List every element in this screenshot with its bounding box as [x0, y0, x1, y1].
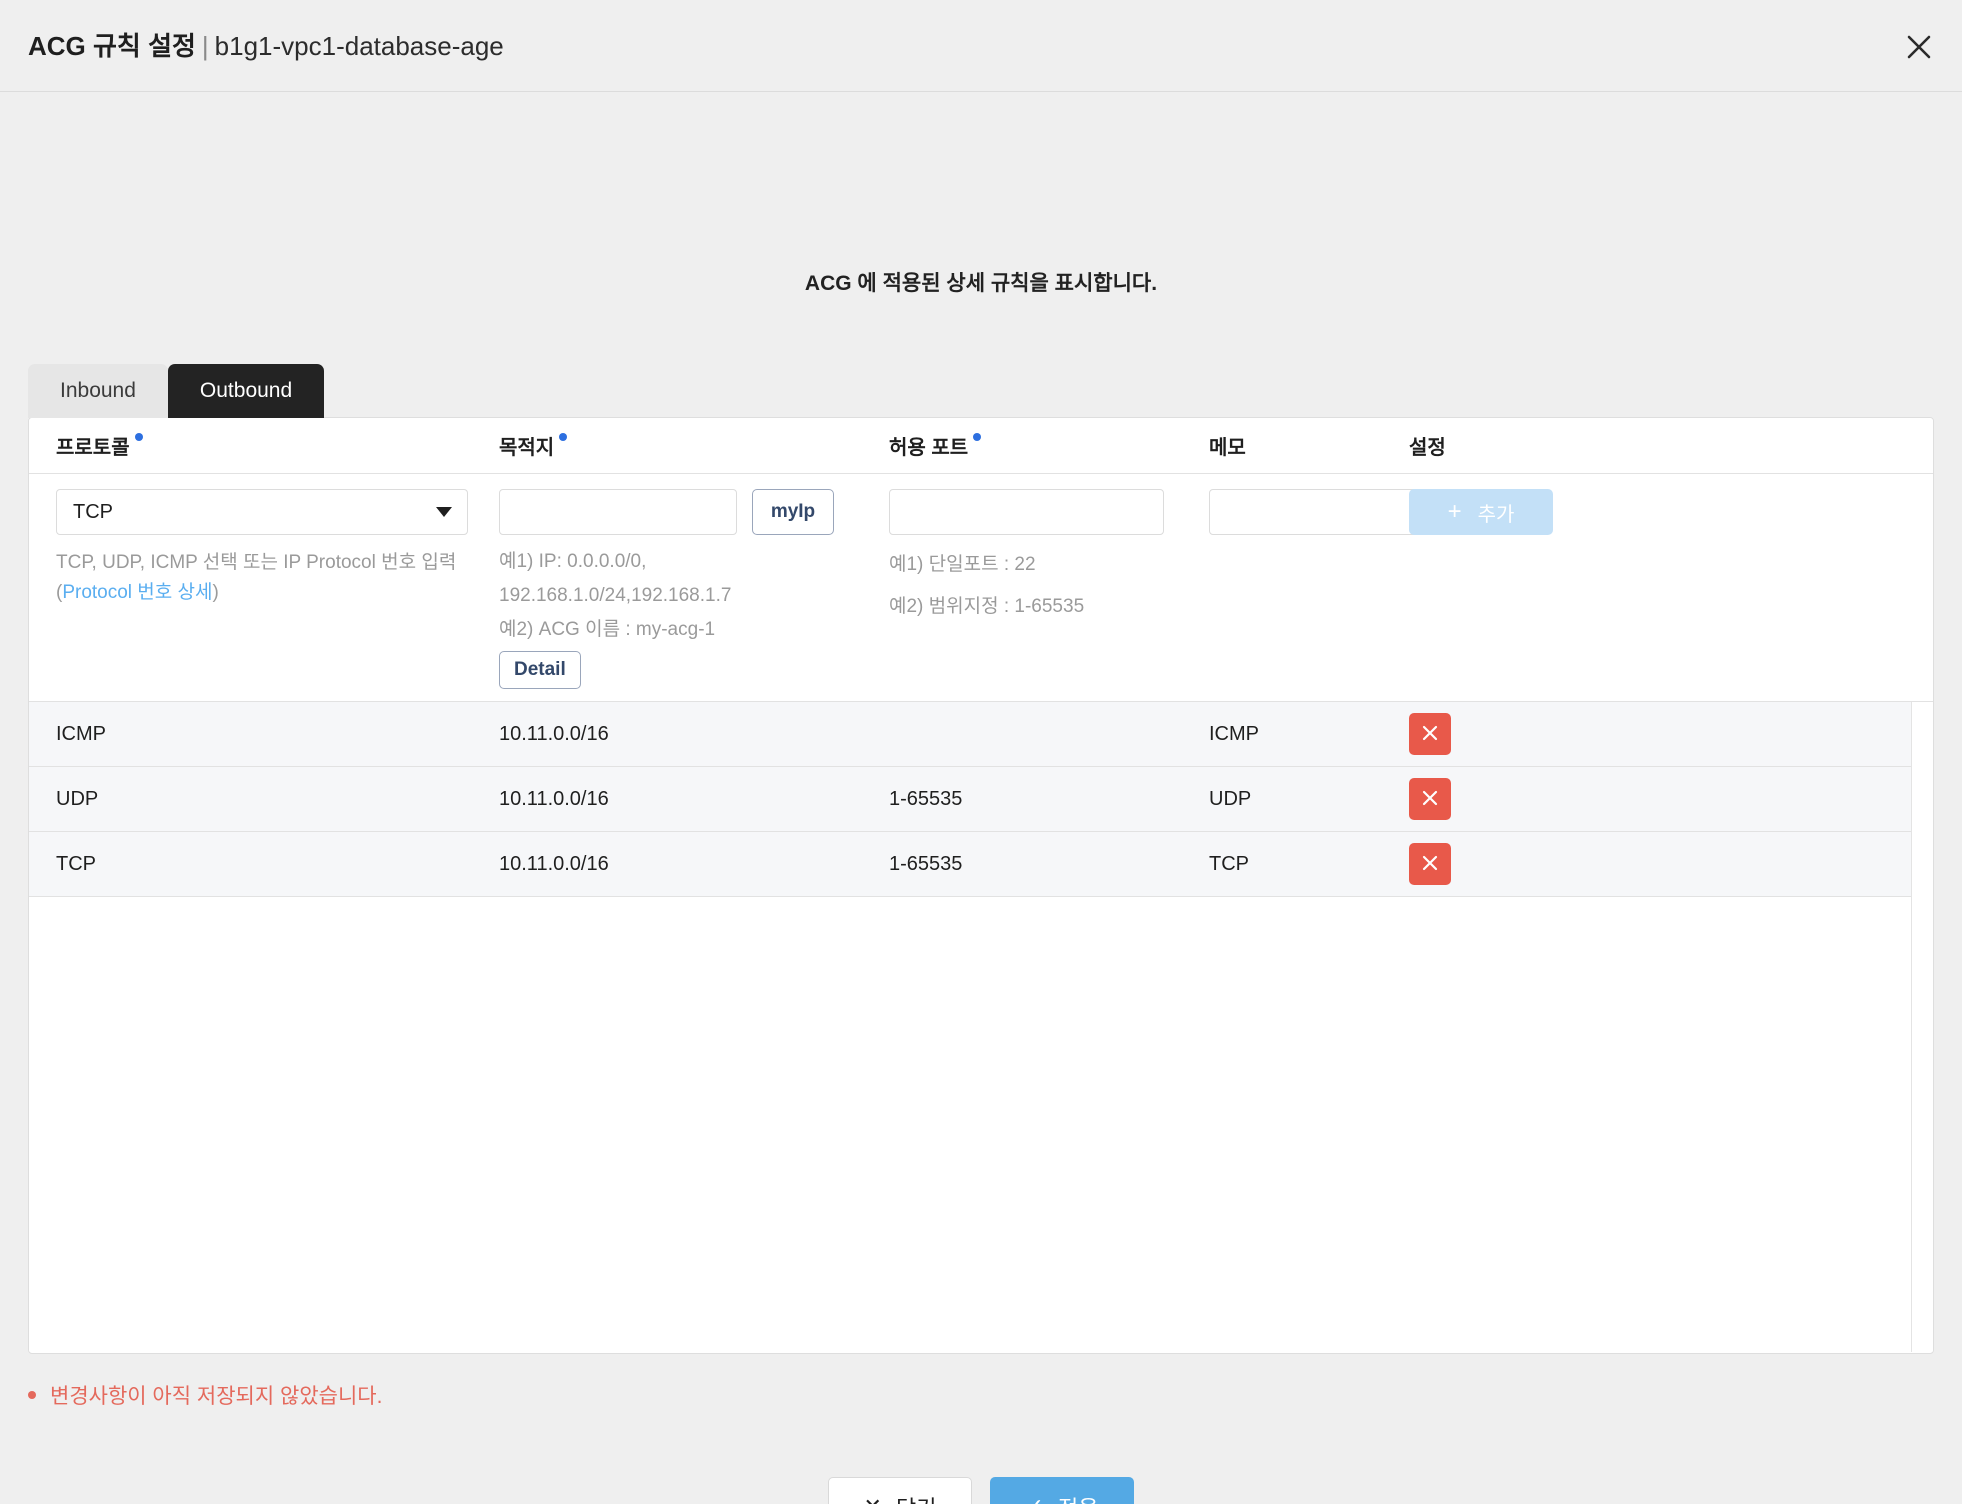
dialog-titlebar: ACG 규칙 설정 | b1g1-vpc1-database-age [0, 0, 1962, 92]
apply-button-label: 적용 [1058, 1491, 1098, 1504]
memo-input[interactable] [1209, 489, 1421, 535]
tab-outbound[interactable]: Outbound [167, 364, 325, 418]
column-header-port-label: 허용 포트 [889, 437, 969, 459]
close-icon [1420, 788, 1440, 811]
protocol-hint: TCP, UDP, ICMP 선택 또는 IP Protocol 번호 입력 (… [56, 548, 476, 608]
bullet-icon [28, 1391, 36, 1399]
dialog-body: ACG 에 적용된 상세 규칙을 표시합니다. Inbound Outbound… [0, 92, 1962, 1504]
direction-tabs: Inbound Outbound [28, 364, 325, 418]
close-icon [1904, 32, 1934, 62]
delete-rule-button[interactable] [1409, 843, 1451, 885]
delete-rule-button[interactable] [1409, 713, 1451, 755]
cell-protocol: UDP [56, 787, 99, 810]
cell-memo: ICMP [1209, 722, 1259, 745]
unsaved-changes-text: 변경사항이 아직 저장되지 않았습니다. [50, 1385, 383, 1408]
port-input[interactable] [889, 489, 1164, 535]
cell-destination: 10.11.0.0/16 [499, 787, 609, 810]
cell-settings [1409, 778, 1609, 820]
protocol-number-detail-link[interactable]: Protocol 번호 상세 [62, 582, 212, 603]
close-icon [1420, 853, 1440, 876]
rules-table-body: ICMP 10.11.0.0/16 ICMP UDP 10.11.0.0/16 … [29, 702, 1933, 1352]
unsaved-changes-notice: 변경사항이 아직 저장되지 않았습니다. [28, 1380, 382, 1410]
table-row[interactable]: UDP 10.11.0.0/16 1-65535 UDP [29, 767, 1911, 832]
destination-cell: myIp 예1) IP: 0.0.0.0/0, 192.168.1.0/24,1… [499, 489, 889, 701]
destination-hint-line3: 예2) ACG 이름 : my-acg-1 [499, 619, 716, 640]
column-header-protocol-label: 프로토콜 [56, 437, 130, 459]
protocol-cell: TCP TCP, UDP, ICMP 선택 또는 IP Protocol 번호 … [29, 489, 499, 701]
cell-memo: TCP [1209, 852, 1249, 875]
close-dialog-button[interactable] [1898, 26, 1940, 68]
close-icon [1420, 723, 1440, 746]
column-header-memo: 메모 [1209, 431, 1409, 460]
check-icon: ✓ [1026, 1494, 1044, 1504]
protocol-hint-suffix: ) [212, 582, 219, 603]
page-title-main: ACG 규칙 설정 [28, 31, 196, 61]
destination-input[interactable] [499, 489, 737, 535]
plus-icon: + [1447, 498, 1462, 525]
page-title-separator: | [201, 31, 209, 61]
close-icon: ✕ [864, 1494, 882, 1504]
cell-memo: UDP [1209, 787, 1252, 810]
column-header-port: 허용 포트 [889, 431, 1209, 460]
dialog-headline: ACG 에 적용된 상세 규칙을 표시합니다. [804, 272, 1158, 295]
table-row[interactable]: TCP 10.11.0.0/16 1-65535 TCP [29, 832, 1911, 897]
apply-button[interactable]: ✓ 적용 [990, 1477, 1134, 1504]
table-scrollbar[interactable] [1911, 702, 1933, 1352]
protocol-select[interactable]: TCP [56, 489, 468, 535]
table-header-row: 프로토콜 목적지 허용 포트 메모 설정 [29, 418, 1933, 474]
column-header-memo-label: 메모 [1209, 437, 1246, 459]
cell-settings [1409, 713, 1609, 755]
port-cell: 예1) 단일포트 : 22 예2) 범위지정 : 1-65535 [889, 489, 1209, 701]
port-hint-line1: 예1) 단일포트 : 22 [889, 554, 1036, 575]
cell-settings [1409, 843, 1609, 885]
cell-port: 1-65535 [889, 787, 963, 810]
page-title-sub: b1g1-vpc1-database-age [214, 31, 504, 61]
my-ip-button[interactable]: myIp [752, 489, 834, 535]
port-hint: 예1) 단일포트 : 22 예2) 범위지정 : 1-65535 [889, 544, 1209, 628]
cell-protocol: TCP [56, 852, 96, 875]
column-header-protocol: 프로토콜 [29, 431, 499, 460]
close-button[interactable]: ✕ 닫기 [828, 1477, 972, 1504]
destination-hint-line1: 예1) IP: 0.0.0.0/0, [499, 551, 647, 572]
destination-hint: 예1) IP: 0.0.0.0/0, 192.168.1.0/24,192.16… [499, 545, 759, 647]
dialog-actions: ✕ 닫기 ✓ 적용 [0, 1477, 1962, 1504]
protocol-select-wrap: TCP [56, 489, 468, 535]
settings-cell: + 추가 [1409, 489, 1609, 701]
protocol-hint-text: TCP, UDP, ICMP 선택 또는 IP Protocol 번호 입력 [56, 552, 457, 573]
delete-rule-button[interactable] [1409, 778, 1451, 820]
cell-protocol: ICMP [56, 722, 106, 745]
page-title: ACG 규칙 설정 | b1g1-vpc1-database-age [28, 28, 504, 64]
column-header-destination-label: 목적지 [499, 437, 555, 459]
new-rule-form-row: TCP TCP, UDP, ICMP 선택 또는 IP Protocol 번호 … [29, 474, 1933, 702]
close-button-label: 닫기 [896, 1491, 936, 1504]
port-hint-line2: 예2) 범위지정 : 1-65535 [889, 596, 1085, 617]
memo-cell [1209, 489, 1421, 701]
column-header-settings: 설정 [1409, 431, 1609, 460]
destination-detail-button[interactable]: Detail [499, 651, 581, 689]
table-row[interactable]: ICMP 10.11.0.0/16 ICMP [29, 702, 1911, 767]
required-dot-icon [134, 433, 143, 441]
column-header-settings-label: 설정 [1409, 437, 1446, 459]
required-dot-icon [559, 433, 568, 441]
destination-input-group: myIp [499, 489, 889, 535]
required-dot-icon [973, 433, 982, 441]
tab-inbound[interactable]: Inbound [28, 364, 168, 418]
cell-port: 1-65535 [889, 852, 963, 875]
add-rule-button[interactable]: + 추가 [1409, 489, 1553, 535]
cell-destination: 10.11.0.0/16 [499, 852, 609, 875]
rules-panel: 프로토콜 목적지 허용 포트 메모 설정 TCP TCP, UDP, ICMP … [28, 417, 1934, 1354]
destination-hint-line2: 192.168.1.0/24,192.168.1.7 [499, 585, 732, 606]
cell-destination: 10.11.0.0/16 [499, 722, 609, 745]
column-header-destination: 목적지 [499, 431, 889, 460]
add-rule-button-label: 추가 [1477, 503, 1515, 526]
